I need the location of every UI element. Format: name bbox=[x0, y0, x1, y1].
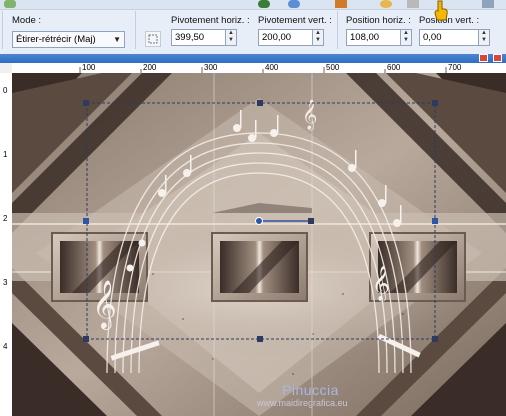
close-icon[interactable] bbox=[479, 54, 488, 62]
tool-icon[interactable] bbox=[258, 0, 270, 8]
mode-value: Étirer-rétrécir (Maj) bbox=[16, 34, 96, 45]
svg-text:𝄞: 𝄞 bbox=[92, 279, 117, 330]
ruler-label: 3 bbox=[3, 278, 8, 287]
pivot-vertical-stepper[interactable]: ▲ ▼ bbox=[313, 29, 324, 46]
tool-icon[interactable] bbox=[407, 0, 419, 8]
transform-handle[interactable] bbox=[83, 336, 89, 342]
rotation-handle[interactable] bbox=[308, 218, 314, 224]
ruler-label: 2 bbox=[3, 214, 8, 223]
position-horizontal-label: Position horiz. : bbox=[346, 15, 411, 26]
image-window-titlebar[interactable] bbox=[0, 54, 506, 63]
watermark-url: www.maidiregrafica.eu bbox=[257, 398, 348, 408]
pivot-point-handle[interactable] bbox=[255, 217, 263, 225]
chevron-down-icon: ▼ bbox=[113, 35, 121, 44]
position-horizontal-input[interactable] bbox=[346, 29, 401, 46]
svg-text:𝄞: 𝄞 bbox=[372, 266, 390, 302]
transform-handle[interactable] bbox=[257, 336, 263, 342]
reset-icon[interactable] bbox=[145, 31, 161, 47]
ruler-label: 600 bbox=[387, 63, 401, 72]
mode-label: Mode : bbox=[12, 15, 42, 26]
tool-icon[interactable] bbox=[288, 0, 300, 8]
ruler-label: 200 bbox=[143, 63, 157, 72]
mode-dropdown[interactable]: Étirer-rétrécir (Maj) ▼ bbox=[12, 31, 125, 48]
separator bbox=[135, 11, 136, 49]
canvas-artwork: 𝄞 𝄞 𝄞 bbox=[12, 73, 506, 416]
ruler-label: 4 bbox=[3, 342, 8, 351]
hand-cursor-icon bbox=[434, 0, 448, 21]
pivot-horizontal-label: Pivotement horiz. : bbox=[171, 15, 250, 26]
ruler-label: 300 bbox=[204, 63, 218, 72]
position-horizontal-stepper[interactable]: ▲ ▼ bbox=[401, 29, 412, 46]
separator bbox=[2, 11, 3, 49]
transform-handle[interactable] bbox=[432, 100, 438, 106]
transform-handle[interactable] bbox=[257, 100, 263, 106]
tool-icon[interactable] bbox=[4, 0, 16, 8]
image-canvas[interactable]: 𝄞 𝄞 𝄞 Pinuccia www.maidiregrafica.eu bbox=[12, 73, 506, 416]
pivot-vertical-label: Pivotement vert. : bbox=[258, 15, 332, 26]
watermark-name: Pinuccia bbox=[282, 382, 339, 398]
ruler-label: 500 bbox=[326, 63, 340, 72]
image-window: 100 200 300 400 500 600 700 0 1 2 3 4 𝄞 … bbox=[0, 54, 506, 416]
ruler-label: 400 bbox=[265, 63, 279, 72]
transform-handle[interactable] bbox=[83, 100, 89, 106]
pivot-horizontal-input[interactable] bbox=[171, 29, 226, 46]
pivot-horizontal-stepper[interactable]: ▲ ▼ bbox=[226, 29, 237, 46]
position-vertical-stepper[interactable]: ▲ ▼ bbox=[479, 29, 490, 46]
transform-handle[interactable] bbox=[432, 336, 438, 342]
ruler-label: 0 bbox=[3, 86, 8, 95]
ruler-label: 1 bbox=[3, 150, 8, 159]
separator bbox=[337, 11, 338, 49]
panel-center bbox=[211, 232, 308, 302]
ruler-label: 700 bbox=[448, 63, 462, 72]
svg-text:𝄞: 𝄞 bbox=[302, 99, 317, 131]
transform-handle[interactable] bbox=[83, 218, 89, 224]
tool-icon[interactable] bbox=[380, 0, 392, 8]
close-icon[interactable] bbox=[493, 54, 502, 62]
main-toolbar-strip bbox=[0, 0, 506, 10]
pivot-vertical-input[interactable] bbox=[258, 29, 313, 46]
pick-tool-options-bar: Mode : Étirer-rétrécir (Maj) ▼ Pivotemen… bbox=[0, 0, 506, 55]
ruler-label: 100 bbox=[82, 63, 96, 72]
tool-icon[interactable] bbox=[482, 0, 494, 8]
position-vertical-input[interactable] bbox=[419, 29, 479, 46]
transform-handle[interactable] bbox=[432, 218, 438, 224]
tool-icon[interactable] bbox=[335, 0, 347, 8]
